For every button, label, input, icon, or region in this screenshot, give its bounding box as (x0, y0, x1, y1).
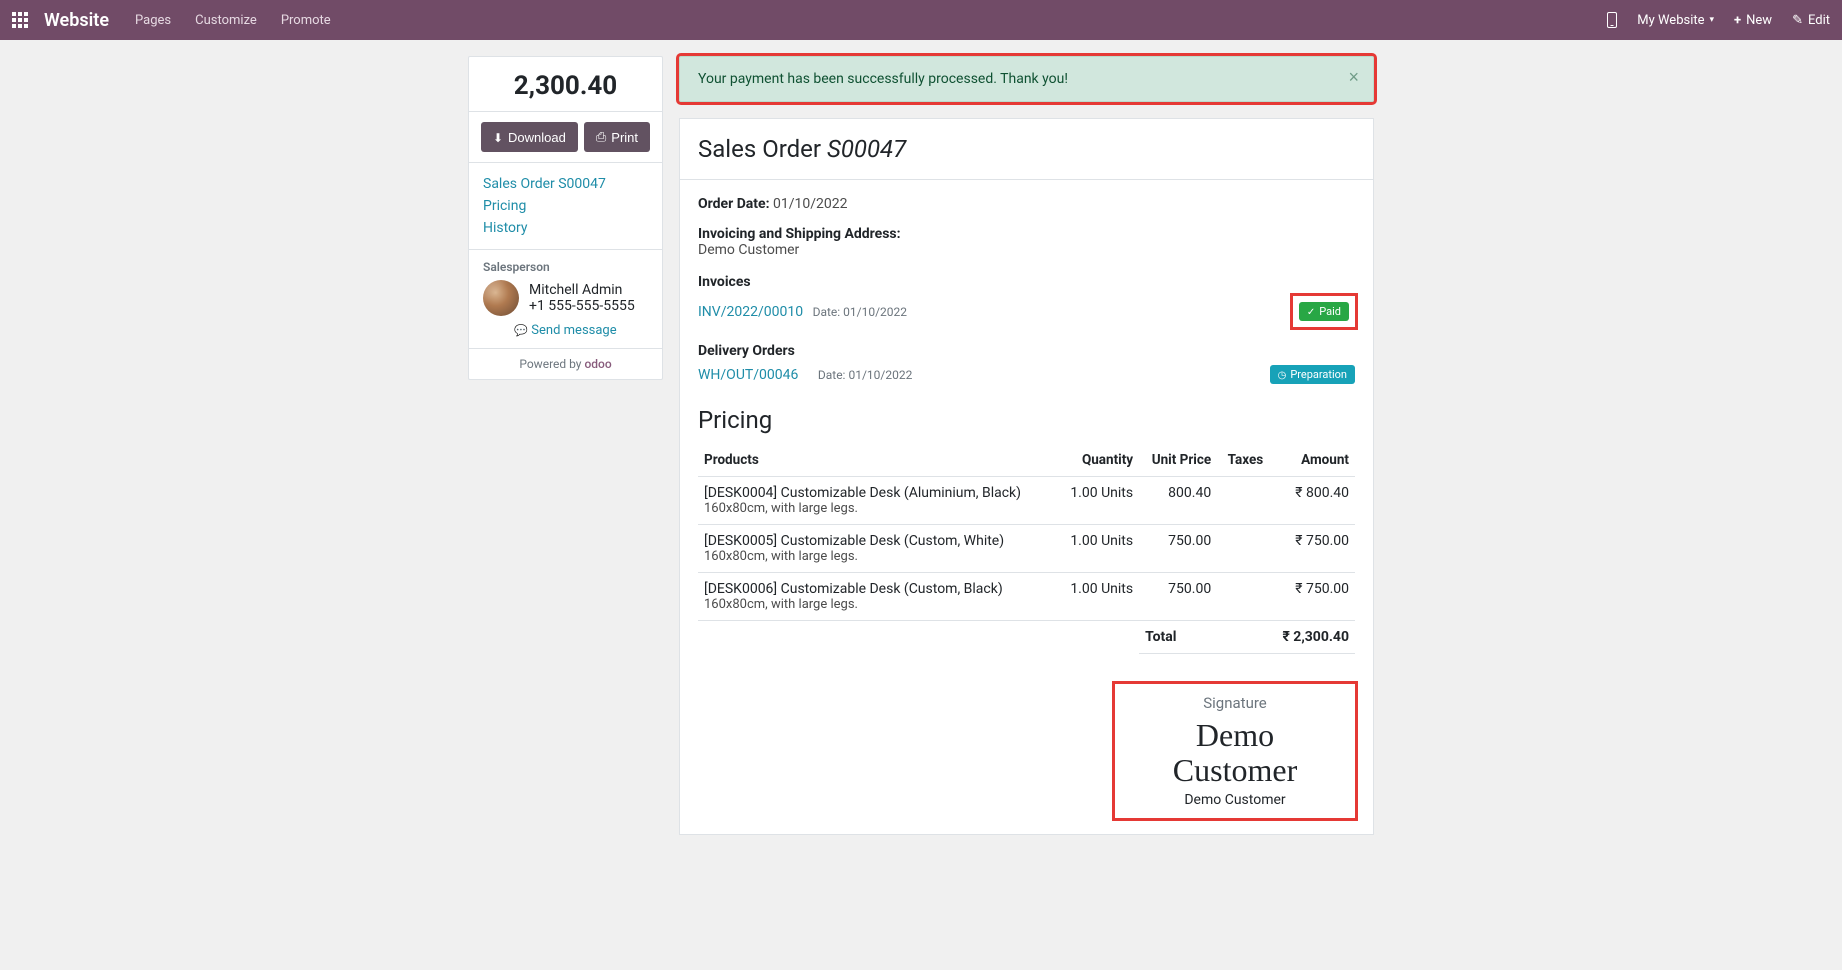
apps-icon[interactable] (12, 12, 28, 28)
my-website-dropdown[interactable]: My Website (1637, 13, 1714, 28)
signature-image: Demo Customer (1135, 718, 1335, 788)
order-date-value: 01/10/2022 (773, 196, 848, 212)
salesperson-phone: +1 555-555-5555 (529, 298, 635, 314)
nav-pages[interactable]: Pages (135, 13, 171, 28)
alert-close-button[interactable]: × (1348, 67, 1359, 88)
mobile-preview-icon[interactable] (1607, 12, 1617, 28)
th-taxes: Taxes (1217, 444, 1269, 477)
sidebar-link-history[interactable]: History (483, 217, 648, 239)
download-icon (493, 130, 503, 145)
delivery-link[interactable]: WH/OUT/00046 (698, 367, 798, 383)
sidebar-link-order[interactable]: Sales Order S00047 (483, 173, 648, 195)
success-alert: Your payment has been successfully proce… (679, 56, 1374, 102)
avatar (483, 280, 519, 316)
send-message-link[interactable]: Send message (514, 323, 616, 338)
new-button[interactable]: +New (1734, 13, 1772, 28)
nav-promote[interactable]: Promote (281, 13, 331, 28)
table-row: [DESK0005] Customizable Desk (Custom, Wh… (698, 525, 1355, 573)
signature-title: Signature (1135, 694, 1335, 712)
edit-button[interactable]: Edit (1792, 13, 1830, 28)
alert-text: Your payment has been successfully proce… (698, 71, 1068, 87)
table-row: [DESK0006] Customizable Desk (Custom, Bl… (698, 573, 1355, 621)
invoices-label: Invoices (698, 274, 1355, 290)
th-qty: Quantity (1057, 444, 1139, 477)
sidebar-link-pricing[interactable]: Pricing (483, 195, 648, 217)
download-button[interactable]: Download (481, 122, 578, 152)
pricing-heading: Pricing (698, 406, 1355, 434)
order-date-label: Order Date: (698, 196, 770, 212)
page-title: Sales Order S00047 (680, 119, 1373, 180)
top-nav: Pages Customize Promote (135, 13, 331, 28)
invoice-status-badge: Paid (1299, 302, 1349, 321)
th-amount: Amount (1269, 444, 1355, 477)
my-website-label: My Website (1637, 13, 1704, 28)
total-label: Total (1139, 621, 1217, 654)
th-unit: Unit Price (1139, 444, 1217, 477)
print-button[interactable]: Print (584, 122, 650, 152)
total-amount-cell: ₹ 2,300.40 (1269, 621, 1355, 654)
signature-box: Signature Demo Customer Demo Customer (1115, 684, 1355, 818)
signature-name: Demo Customer (1135, 792, 1335, 808)
powered-by: Powered by odoo (469, 349, 662, 379)
check-icon (1307, 305, 1315, 318)
salesperson-label: Salesperson (483, 260, 648, 274)
brand[interactable]: Website (44, 10, 109, 31)
delivery-label: Delivery Orders (698, 343, 1355, 359)
pricing-table: Products Quantity Unit Price Taxes Amoun… (698, 444, 1355, 654)
total-amount: 2,300.40 (479, 71, 652, 101)
salesperson-name: Mitchell Admin (529, 282, 635, 298)
plus-icon: + (1734, 13, 1741, 28)
sidebar-links: Sales Order S00047 Pricing History (469, 163, 662, 250)
table-row: [DESK0004] Customizable Desk (Aluminium,… (698, 477, 1355, 525)
delivery-status-badge: Preparation (1270, 365, 1355, 384)
nav-customize[interactable]: Customize (195, 13, 257, 28)
comment-icon (514, 323, 528, 338)
invoice-link[interactable]: INV/2022/00010 (698, 304, 803, 320)
clock-icon (1278, 368, 1287, 381)
th-products: Products (698, 444, 1057, 477)
top-bar: Website Pages Customize Promote My Websi… (0, 0, 1842, 40)
customer-name: Demo Customer (698, 242, 1355, 258)
total-summary: 2,300.40 (469, 57, 662, 112)
pencil-icon (1792, 13, 1803, 28)
print-icon (596, 129, 606, 145)
address-label: Invoicing and Shipping Address: (698, 226, 901, 242)
